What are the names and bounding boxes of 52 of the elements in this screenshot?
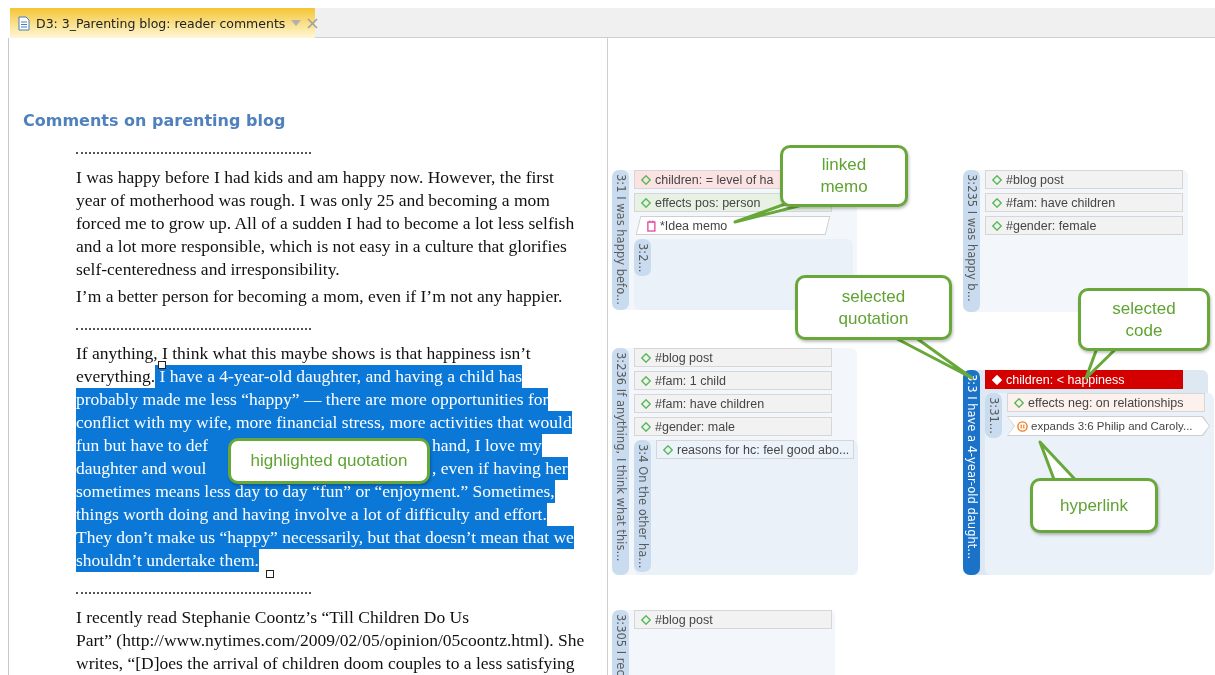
code-tag[interactable]: children: < happiness bbox=[985, 370, 1183, 389]
selection-handle[interactable] bbox=[158, 361, 166, 369]
code-icon bbox=[1014, 397, 1024, 408]
memo-icon bbox=[647, 219, 656, 232]
memo-tag[interactable]: *Idea memo bbox=[635, 216, 831, 235]
quotation-label[interactable]: 3:31... bbox=[985, 393, 1002, 438]
link-icon bbox=[1017, 420, 1028, 432]
code-icon bbox=[663, 444, 673, 455]
code-icon bbox=[992, 374, 1002, 385]
text-line: and a lot more responsible, which is not easy in a culture that glorifies bbox=[76, 235, 567, 258]
code-tag[interactable]: #fam: have children bbox=[985, 193, 1183, 212]
code-tag[interactable]: #blog post bbox=[634, 610, 832, 629]
text-line: I was happy before I had kids and am happy now. However, the first bbox=[76, 166, 554, 189]
quotation-label[interactable]: 3:305 I rec bbox=[612, 610, 629, 675]
code-icon bbox=[992, 174, 1002, 185]
text-line: everything. I have a 4-year-old daughter, and having a child has bbox=[76, 365, 522, 388]
code-icon bbox=[641, 174, 651, 185]
code-icon bbox=[641, 375, 651, 386]
code-tag[interactable]: #gender: male bbox=[634, 417, 832, 436]
hyperlink-tag[interactable]: expands 3:6 Philip and Caroly... bbox=[1007, 416, 1210, 436]
code-tag[interactable]: #fam: have children bbox=[634, 394, 832, 413]
text-line: I’m a better person for becoming a mom, even if I’m not any happier. bbox=[76, 285, 563, 308]
code-icon bbox=[641, 398, 651, 409]
text-line: Part” (http://www.nytimes.com/2009/02/05/opinion/05coontz.html). She bbox=[76, 629, 585, 652]
selection-handle[interactable] bbox=[266, 570, 274, 578]
document-tab[interactable]: D3: 3_Parenting blog: reader comments bbox=[10, 8, 315, 38]
quotation-label[interactable]: 3:4 On the other ha... bbox=[634, 440, 651, 573]
quotation-label[interactable]: 3:1 I was happy befo... bbox=[612, 170, 629, 310]
quotation-label[interactable]: 3:236 If anything, I think what this... bbox=[612, 348, 629, 575]
code-icon bbox=[641, 197, 651, 208]
code-icon bbox=[641, 421, 651, 432]
quotation-label[interactable]: 3:2... bbox=[634, 239, 651, 277]
code-icon bbox=[641, 614, 651, 625]
code-tag[interactable]: #fam: 1 child bbox=[634, 371, 832, 390]
quotation-label[interactable]: 3:235 I was happy b... bbox=[963, 170, 980, 312]
text-line: I recently read Stephanie Coontz’s “Till Children Do Us bbox=[76, 606, 470, 629]
code-tag[interactable]: reasons for hc: feel good abo... bbox=[656, 440, 854, 459]
document-icon bbox=[18, 15, 30, 31]
text-line: self-centeredness and irresponsibility. bbox=[76, 258, 340, 281]
code-tag[interactable]: #blog post bbox=[985, 170, 1183, 189]
text-line: forced me to grow up. All of a sudden I had to become a lot less selfish bbox=[76, 212, 575, 235]
text-line: If anything, I think what this maybe shows is that happiness isn’t bbox=[76, 342, 531, 365]
code-icon bbox=[992, 220, 1002, 231]
callout-tooltip: highlighted quotation bbox=[228, 438, 430, 484]
code-tag[interactable]: #blog post bbox=[634, 348, 832, 367]
text-line: year of motherhood was rough. I was only 25 and becoming a mom bbox=[76, 189, 550, 212]
code-icon bbox=[641, 352, 651, 363]
text-line: writes, “[D]oes the arrival of children doom couples to a less satisfying bbox=[76, 652, 575, 675]
code-icon bbox=[992, 197, 1002, 208]
code-tag[interactable]: #gender: female bbox=[985, 216, 1183, 235]
code-tag[interactable]: effects neg: on relationships bbox=[1007, 393, 1205, 412]
document-heading: Comments on parenting blog bbox=[23, 110, 287, 132]
